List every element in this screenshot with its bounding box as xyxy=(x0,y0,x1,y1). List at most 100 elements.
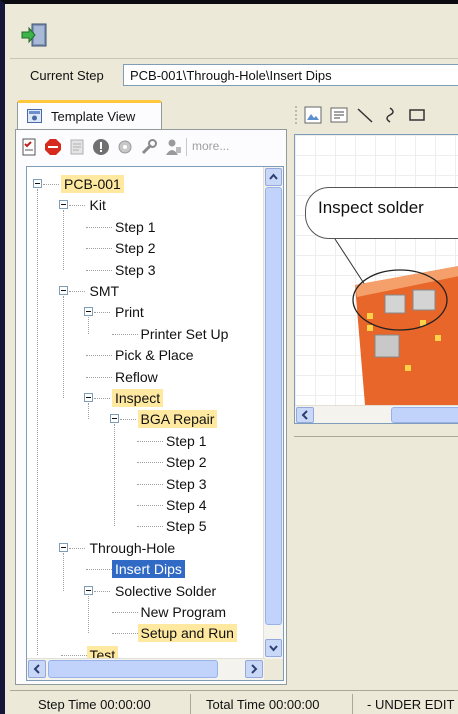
tree-connector xyxy=(137,505,163,506)
tree-content: PCB-001 Kit Step 1 Step 2 Step 3 SMT Print Prin… xyxy=(27,167,265,659)
status-bar: Step Time 00:00:00 Total Time 00:00:00 -… xyxy=(10,690,458,714)
tree-connector xyxy=(137,440,163,442)
tree-connector xyxy=(68,205,85,207)
tree-connector xyxy=(86,569,112,571)
checklist-icon[interactable] xyxy=(20,138,38,156)
scroll-up-button[interactable] xyxy=(265,168,282,186)
tree-node[interactable]: Step 2 xyxy=(112,239,158,257)
tree-connector xyxy=(94,312,110,314)
current-step-label: Current Step xyxy=(30,68,104,83)
more-button[interactable]: more... xyxy=(192,139,229,153)
tree-node[interactable]: Through-Hole xyxy=(87,539,179,557)
status-divider xyxy=(190,694,191,714)
tree-connector xyxy=(119,419,136,421)
tree-connector xyxy=(86,376,112,378)
chevron-up-icon xyxy=(269,173,278,180)
scroll-right-button[interactable] xyxy=(245,660,263,678)
tab-label: Template View xyxy=(51,109,136,124)
curve-tool-icon[interactable] xyxy=(382,106,400,124)
tree-collapse-toggle[interactable] xyxy=(84,585,93,595)
rectangle-tool-icon[interactable] xyxy=(408,106,426,124)
tree-vertical-scrollbar[interactable] xyxy=(263,167,283,659)
exit-door-icon[interactable] xyxy=(20,21,50,49)
tree-node[interactable]: Step 3 xyxy=(112,261,158,279)
template-tree: PCB-001 Kit Step 1 Step 2 Step 3 SMT Print Prin… xyxy=(26,166,284,681)
tree-connector xyxy=(86,269,112,271)
tree-node[interactable]: SMT xyxy=(87,282,123,300)
tree-connector xyxy=(68,291,85,292)
current-step-bar: Current Step PCB-001\Through-Hole\Insert… xyxy=(10,59,458,92)
toolbar-divider xyxy=(186,138,187,156)
tree-node[interactable]: Step 3 xyxy=(163,475,209,493)
instruction-canvas[interactable]: Inspect solder xyxy=(294,134,458,424)
work-instruction-panel: Inspect solder xyxy=(290,100,458,686)
tree-node[interactable]: Insert Dips xyxy=(112,560,185,579)
tree-node[interactable]: Step 2 xyxy=(163,453,209,471)
tree-collapse-toggle[interactable] xyxy=(33,179,42,188)
scroll-thumb[interactable] xyxy=(265,187,282,625)
tree-node[interactable]: Step 1 xyxy=(112,218,158,236)
tree-node[interactable]: Setup and Run xyxy=(137,624,237,643)
tree-node[interactable]: Step 5 xyxy=(163,517,209,535)
canvas-horizontal-scrollbar[interactable] xyxy=(295,405,458,423)
template-view-body: more... PCB-001 Kit Step 1 Step 2 Step 3 SMT P… xyxy=(15,129,287,685)
line-tool-icon[interactable] xyxy=(356,106,374,124)
tree-connector xyxy=(37,189,38,655)
tree-node[interactable]: New Program xyxy=(138,603,230,621)
canvas-scroll-thumb[interactable] xyxy=(391,407,458,423)
template-view-panel: Template View more... PCB-001 Kit Step 1… xyxy=(13,100,287,685)
canvas-scroll-left-button[interactable] xyxy=(296,407,314,423)
document-icon[interactable] xyxy=(68,138,86,156)
operator-icon[interactable] xyxy=(164,138,182,156)
tree-node[interactable]: Inspect xyxy=(112,389,164,407)
tree-node[interactable]: Reflow xyxy=(112,368,161,386)
tools-icon[interactable] xyxy=(140,138,158,156)
scroll-down-button[interactable] xyxy=(265,639,282,657)
tree-connector xyxy=(88,317,89,334)
total-time: Total Time 00:00:00 xyxy=(206,697,320,712)
tree-connector xyxy=(137,462,163,464)
tree-collapse-toggle[interactable] xyxy=(58,286,68,295)
tree-collapse-toggle[interactable] xyxy=(109,414,119,424)
current-step-field[interactable]: PCB-001\Through-Hole\Insert Dips xyxy=(123,64,458,86)
text-box-icon[interactable] xyxy=(330,106,348,124)
image-icon[interactable] xyxy=(304,106,322,124)
scroll-left-button[interactable] xyxy=(28,660,46,678)
parts-icon[interactable] xyxy=(116,138,134,156)
tree-connector xyxy=(62,296,64,398)
tree-connector xyxy=(86,226,112,228)
tree-node[interactable]: Solective Solder xyxy=(112,582,219,600)
tree-node[interactable]: PCB-001 xyxy=(61,175,124,193)
pcb-board-image xyxy=(334,238,458,415)
tree-connector xyxy=(113,424,115,527)
tree-connector xyxy=(62,552,64,591)
tree-node[interactable]: Pick & Place xyxy=(112,346,197,364)
tree-node[interactable]: Step 1 xyxy=(163,432,209,450)
tree-connector xyxy=(111,612,138,613)
tab-template-view[interactable]: Template View xyxy=(17,100,162,130)
stop-icon[interactable] xyxy=(44,138,62,156)
template-view-icon xyxy=(27,109,42,123)
tree-connector xyxy=(94,398,110,399)
tree-collapse-toggle[interactable] xyxy=(58,200,68,210)
tree-node[interactable]: Kit xyxy=(87,196,109,214)
tree-connector xyxy=(86,248,112,250)
tree-node[interactable]: Print xyxy=(112,303,147,321)
drawing-toolbar xyxy=(290,100,458,130)
step-time: Step Time 00:00:00 xyxy=(38,697,151,712)
tree-collapse-toggle[interactable] xyxy=(58,542,68,552)
tree-collapse-toggle[interactable] xyxy=(84,307,93,317)
edit-mode-status: - UNDER EDIT xyxy=(367,697,455,712)
tree-node[interactable]: Step 4 xyxy=(163,496,209,514)
chevron-left-icon xyxy=(33,664,40,674)
hscroll-thumb[interactable] xyxy=(48,660,218,678)
tree-node[interactable]: BGA Repair xyxy=(137,410,218,429)
tree-horizontal-scrollbar[interactable] xyxy=(27,658,265,680)
toolbar-grip xyxy=(295,106,297,124)
tree-connector xyxy=(94,590,110,592)
tree-node[interactable]: Printer Set Up xyxy=(138,325,232,343)
tree-collapse-toggle[interactable] xyxy=(84,393,93,402)
tree-connector xyxy=(88,595,89,634)
warning-icon[interactable] xyxy=(92,138,110,156)
chevron-right-icon xyxy=(251,664,258,674)
